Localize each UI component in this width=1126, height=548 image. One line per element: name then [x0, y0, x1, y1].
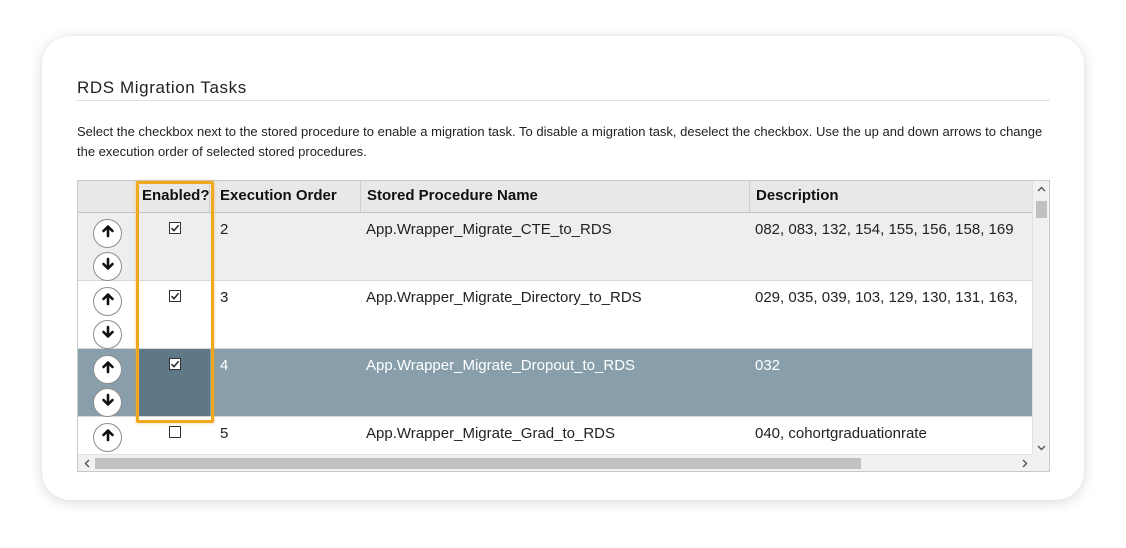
chevron-right-icon[interactable]: [1016, 455, 1033, 471]
arrow-down-icon: [101, 257, 115, 276]
checkmark-icon: [170, 223, 180, 233]
vertical-scroll-thumb[interactable]: [1036, 201, 1047, 218]
move-down-button[interactable]: [93, 388, 122, 417]
section-title: RDS Migration Tasks: [77, 78, 247, 97]
execution-order-value: 5: [220, 425, 229, 442]
arrow-up-icon: [101, 360, 115, 379]
description-value: 082, 083, 132, 154, 155, 156, 158, 169: [755, 221, 1014, 238]
table-row[interactable]: 3 App.Wrapper_Migrate_Directory_to_RDS 0…: [78, 281, 1033, 349]
enabled-checkbox[interactable]: [169, 222, 181, 234]
move-up-button[interactable]: [93, 219, 122, 248]
stored-procedure-name: App.Wrapper_Migrate_Grad_to_RDS: [366, 425, 616, 442]
move-down-button[interactable]: [93, 320, 122, 349]
move-up-button[interactable]: [93, 355, 122, 384]
title-divider: [77, 100, 1050, 101]
checkmark-icon: [170, 291, 180, 301]
enabled-checkbox[interactable]: [169, 426, 181, 438]
header-stored-procedure-name[interactable]: Stored Procedure Name: [361, 181, 750, 212]
arrow-up-icon: [101, 292, 115, 311]
header-description[interactable]: Description: [750, 181, 1033, 212]
stored-procedure-name: App.Wrapper_Migrate_Directory_to_RDS: [366, 289, 642, 306]
scrollbar-corner: [1032, 454, 1049, 471]
enabled-checkbox[interactable]: [169, 358, 181, 370]
header-execution-order[interactable]: Execution Order: [210, 181, 361, 212]
arrow-down-icon: [101, 393, 115, 412]
description-value: 040, cohortgraduationrate: [755, 425, 927, 442]
execution-order-value: 2: [220, 221, 229, 238]
move-up-button[interactable]: [93, 287, 122, 316]
chevron-up-icon[interactable]: [1033, 181, 1049, 197]
execution-order-value: 4: [220, 357, 229, 374]
horizontal-scroll-thumb[interactable]: [95, 458, 861, 469]
vertical-scrollbar[interactable]: [1032, 181, 1049, 456]
arrow-up-icon: [101, 428, 115, 447]
header-enabled[interactable]: Enabled?: [138, 181, 210, 212]
enabled-checkbox[interactable]: [169, 290, 181, 302]
arrow-up-icon: [101, 224, 115, 243]
grid-header: Enabled? Execution Order Stored Procedur…: [78, 181, 1033, 213]
migration-tasks-grid: Enabled? Execution Order Stored Procedur…: [77, 180, 1050, 472]
chevron-left-icon[interactable]: [78, 455, 95, 471]
arrow-down-icon: [101, 325, 115, 344]
execution-order-value: 3: [220, 289, 229, 306]
instructions-text: Select the checkbox next to the stored p…: [77, 124, 1043, 159]
table-row[interactable]: 4 App.Wrapper_Migrate_Dropout_to_RDS 032: [78, 349, 1033, 417]
description-value: 029, 035, 039, 103, 129, 130, 131, 163,: [755, 289, 1018, 306]
move-up-button[interactable]: [93, 423, 122, 452]
table-row[interactable]: 2 App.Wrapper_Migrate_CTE_to_RDS 082, 08…: [78, 213, 1033, 281]
stored-procedure-name: App.Wrapper_Migrate_CTE_to_RDS: [366, 221, 612, 238]
horizontal-scrollbar[interactable]: [78, 454, 1033, 471]
description-value: 032: [755, 357, 781, 374]
header-reorder-cell: [78, 181, 138, 212]
move-down-button[interactable]: [93, 252, 122, 281]
stored-procedure-name: App.Wrapper_Migrate_Dropout_to_RDS: [366, 357, 636, 374]
checkmark-icon: [170, 359, 180, 369]
